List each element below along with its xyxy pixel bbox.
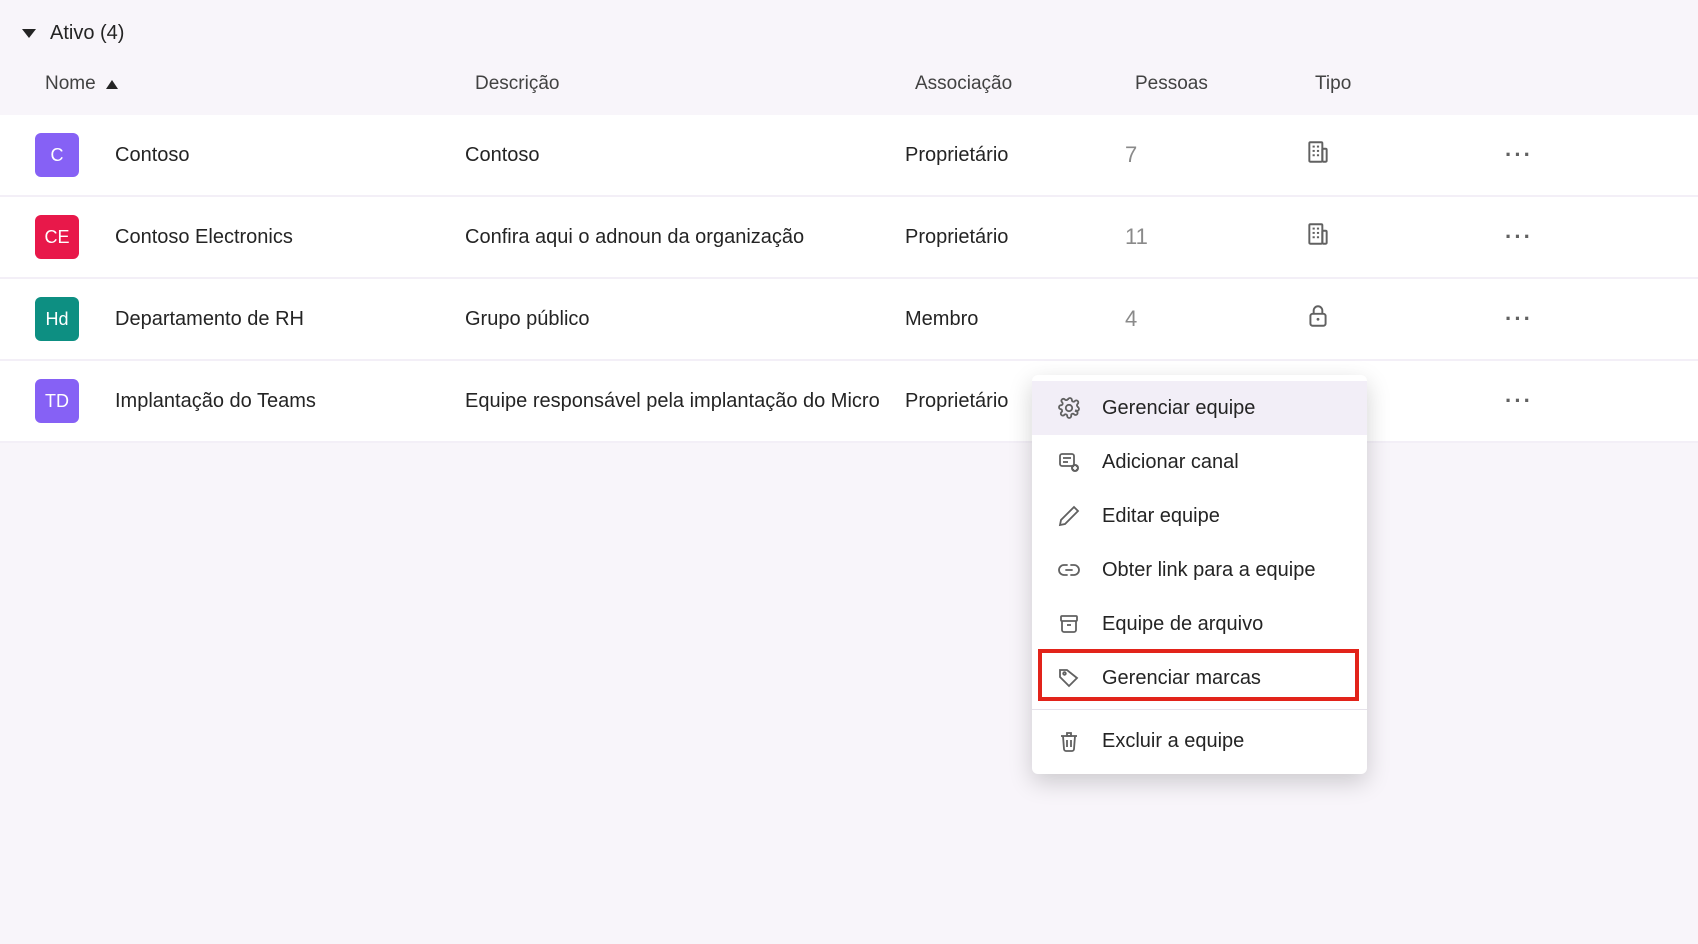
menu-item-label: Obter link para a equipe	[1102, 559, 1315, 582]
pencil-icon	[1056, 503, 1082, 529]
section-header[interactable]: Ativo (4)	[0, 0, 1698, 73]
team-description: Contoso	[465, 144, 905, 167]
archive-icon	[1056, 611, 1082, 637]
menu-edit-team[interactable]: Editar equipe	[1032, 489, 1367, 543]
more-options-button[interactable]: ···	[1495, 142, 1555, 168]
menu-manage-team[interactable]: Gerenciar equipe	[1032, 381, 1367, 435]
table-row[interactable]: CContosoContosoProprietário7···	[0, 115, 1698, 197]
team-avatar: C	[35, 133, 79, 177]
team-people-count: 4	[1125, 306, 1305, 332]
table-row[interactable]: CE Contoso ElectronicsConfira aqui o adno…	[0, 197, 1698, 279]
tag-icon	[1056, 665, 1082, 691]
team-type	[1305, 139, 1495, 171]
team-name: Contoso	[115, 144, 465, 167]
menu-item-label: Gerenciar equipe	[1102, 397, 1255, 420]
menu-delete-team[interactable]: Excluir a equipe	[1032, 714, 1367, 768]
team-avatar: CE	[35, 215, 79, 259]
teams-list-container: Ativo (4) Nome Descrição Associação Pess…	[0, 0, 1698, 443]
section-title: Ativo (4)	[50, 22, 124, 45]
column-header-type[interactable]: Tipo	[1315, 73, 1505, 95]
link-icon	[1056, 557, 1082, 583]
menu-add-channel[interactable]: Adicionar canal	[1032, 435, 1367, 489]
team-people-count: 7	[1125, 142, 1305, 168]
team-name: Contoso Electronics	[115, 226, 465, 249]
teams-table: Nome Descrição Associação Pessoas Tipo C…	[0, 73, 1698, 443]
team-avatar: TD	[35, 379, 79, 423]
team-avatar: Hd	[35, 297, 79, 341]
menu-item-label: Excluir a equipe	[1102, 730, 1244, 753]
team-description: Grupo público	[465, 308, 905, 331]
menu-divider	[1032, 709, 1367, 710]
team-type	[1305, 221, 1495, 253]
more-options-button[interactable]: ···	[1495, 388, 1555, 414]
menu-get-link[interactable]: Obter link para a equipe	[1032, 543, 1367, 597]
menu-manage-tags[interactable]: Gerenciar marcas	[1032, 651, 1367, 705]
building-icon	[1305, 221, 1331, 247]
team-context-menu: Gerenciar equipe Adicionar canal Editar …	[1032, 375, 1367, 774]
column-header-name[interactable]: Nome	[45, 73, 475, 95]
menu-item-label: Equipe de arquivo	[1102, 613, 1263, 636]
team-name: Departamento de RH	[115, 308, 465, 331]
lock-icon	[1305, 303, 1331, 329]
menu-item-label: Gerenciar marcas	[1102, 667, 1261, 690]
team-people-count: 11	[1125, 224, 1305, 250]
column-header-people[interactable]: Pessoas	[1135, 73, 1315, 95]
gear-icon	[1056, 395, 1082, 421]
team-name: Implantação do Teams	[115, 390, 465, 413]
more-options-button[interactable]: ···	[1495, 306, 1555, 332]
menu-archive-team[interactable]: Equipe de arquivo	[1032, 597, 1367, 651]
team-association: Membro	[905, 308, 1125, 331]
team-association: Proprietário	[905, 226, 1125, 249]
column-header-association[interactable]: Associação	[915, 73, 1135, 95]
table-row[interactable]: TD Implantação do TeamsEquipe responsável…	[0, 361, 1698, 443]
column-headers-row: Nome Descrição Associação Pessoas Tipo	[0, 73, 1698, 115]
team-description: Confira aqui o adnoun da organização	[465, 226, 905, 249]
building-icon	[1305, 139, 1331, 165]
team-type	[1305, 303, 1495, 335]
trash-icon	[1056, 728, 1082, 754]
add-channel-icon	[1056, 449, 1082, 475]
menu-item-label: Adicionar canal	[1102, 451, 1239, 474]
team-association: Proprietário	[905, 144, 1125, 167]
menu-item-label: Editar equipe	[1102, 505, 1220, 528]
column-name-label: Nome	[45, 73, 96, 95]
more-options-button[interactable]: ···	[1495, 224, 1555, 250]
sort-asc-icon	[106, 80, 118, 89]
column-header-description[interactable]: Descrição	[475, 73, 915, 95]
table-row[interactable]: Hd Departamento de RHGrupo públicoMembro4…	[0, 279, 1698, 361]
collapse-icon[interactable]	[22, 29, 36, 38]
team-description: Equipe responsável pela implantação do M…	[465, 390, 905, 413]
